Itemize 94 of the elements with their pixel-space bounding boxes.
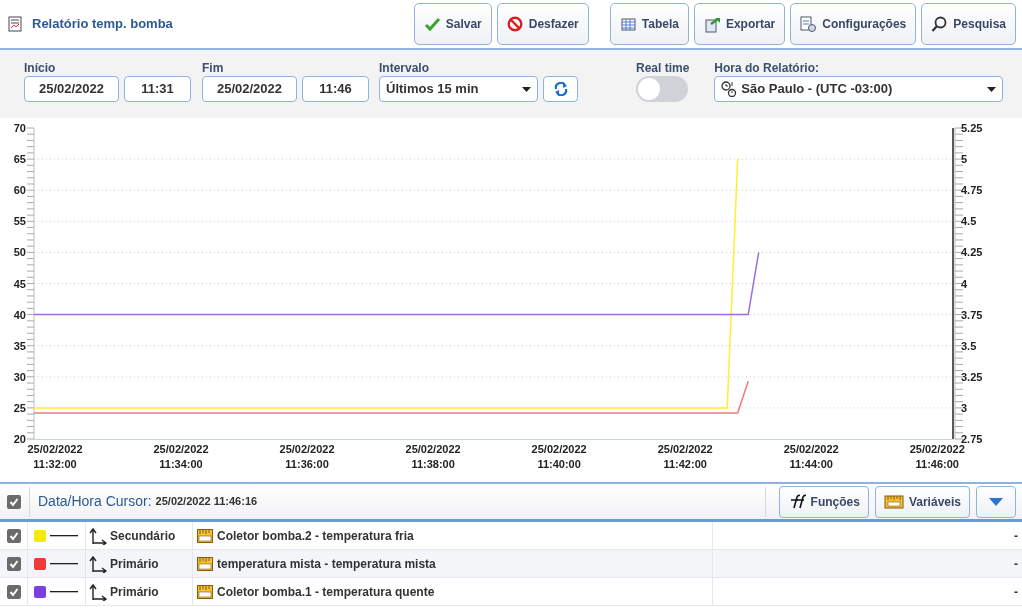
ruler-icon: [197, 584, 213, 599]
table-icon: [619, 15, 637, 33]
time-field[interactable]: 11:46: [302, 76, 369, 102]
axis-label: 25: [13, 401, 26, 414]
checkbox[interactable]: [6, 584, 21, 599]
axis-name: Primário: [110, 583, 159, 601]
window-title: Relatório temp. bomba: [32, 15, 173, 34]
line-sample: [50, 562, 78, 565]
caret-icon: [989, 497, 1003, 506]
real-time-toggle[interactable]: [636, 76, 688, 102]
line-sample: [50, 534, 78, 537]
time-field[interactable]: 11:31: [124, 76, 191, 102]
ruler-icon: [197, 528, 213, 543]
axis-label: 35: [13, 339, 26, 352]
axes-icon: [89, 582, 107, 601]
axis-label: 45: [13, 277, 26, 290]
axis-label: 25/02/2022 11:40:00: [531, 443, 587, 470]
axis-label: 3.5: [961, 339, 977, 352]
ruler-icon: [883, 494, 904, 509]
field-label: Início: [24, 60, 57, 76]
axis-label: 2.75: [961, 433, 983, 445]
field-label: Fim: [202, 60, 225, 76]
timezone-select[interactable]: São Paulo - (UTC -03:00): [714, 76, 1004, 102]
interval-select[interactable]: Últimos 15 min: [379, 76, 538, 102]
axes-icon: [89, 526, 107, 545]
axis-label: 25/02/2022 11:36:00: [279, 443, 335, 470]
variable-name: Coletor bomba.1 - temperatura quente: [217, 583, 435, 601]
caret-icon: [522, 86, 531, 92]
axis-label: 25/02/2022 11:42:00: [657, 443, 713, 470]
save-button[interactable]: Salvar: [413, 3, 492, 45]
axis-label: 25/02/2022 11:38:00: [405, 443, 461, 470]
search-icon: [931, 15, 949, 33]
settings-icon: [800, 15, 818, 33]
search-button[interactable]: Pesquisa: [921, 3, 1016, 45]
table-button[interactable]: Tabela: [609, 3, 689, 45]
clock-icon: [721, 81, 738, 97]
field-label: Hora do Relatório:: [714, 60, 821, 76]
variable-name: Coletor bomba.2 - temperatura fria: [217, 527, 414, 545]
checkbox[interactable]: [7, 494, 21, 509]
cursor-label: Data/Hora Cursor:: [38, 492, 152, 511]
prohibited-icon: [506, 15, 524, 33]
axis-label: 30: [13, 370, 26, 383]
axis-label: 3: [961, 401, 968, 414]
axis-label: 40: [13, 308, 26, 321]
axis-label: 4: [961, 277, 968, 290]
axis-label: 5: [961, 153, 968, 166]
axis-label: 3.75: [961, 308, 983, 321]
check-icon: [8, 558, 19, 569]
axis-label: 20: [13, 433, 26, 445]
axis-label: 25/02/2022 11:46:00: [909, 443, 965, 470]
axis-label: 4.5: [961, 215, 977, 228]
axis-label: 25/02/2022 11:44:00: [783, 443, 839, 470]
export-icon: [703, 15, 721, 33]
refresh-icon: [553, 82, 568, 96]
variable-value: -: [1014, 555, 1018, 573]
check-icon: [8, 586, 19, 597]
axis-label: 5.25: [961, 122, 983, 134]
check-icon: [423, 15, 441, 33]
axes-icon: [89, 554, 107, 573]
axis-label: 60: [13, 184, 26, 197]
checkbox[interactable]: [6, 556, 21, 571]
settings-button[interactable]: Configurações: [790, 3, 917, 45]
check-icon: [8, 530, 19, 541]
variable-name: temperatura mista - temperatura mista: [217, 555, 436, 573]
axis-label: 55: [13, 215, 26, 228]
refresh-button[interactable]: [543, 76, 578, 102]
variable-value: -: [1014, 583, 1018, 601]
axis-label: 50: [13, 246, 26, 259]
checkbox[interactable]: [6, 528, 21, 543]
line-sample: [50, 590, 78, 593]
ruler-icon: [197, 556, 213, 571]
field-label: Intervalo: [379, 60, 430, 76]
axis-label: 65: [13, 153, 26, 166]
axis-label: 4.75: [961, 184, 983, 197]
undo-button[interactable]: Desfazer: [496, 3, 589, 45]
date-field[interactable]: 25/02/2022: [24, 76, 119, 102]
axis-label: 25/02/2022 11:34:00: [153, 443, 209, 470]
axis-label: 4.25: [961, 246, 983, 259]
check-icon: [9, 496, 19, 507]
axis-label: 70: [13, 122, 26, 134]
functions-button[interactable]: Funções: [778, 485, 869, 518]
variable-value: -: [1014, 527, 1018, 545]
axis-label: 3.25: [961, 370, 983, 383]
dropdown-button[interactable]: [976, 485, 1016, 518]
export-button[interactable]: Exportar: [693, 3, 786, 45]
date-field[interactable]: 25/02/2022: [202, 76, 297, 102]
variables-button[interactable]: Variáveis: [874, 485, 970, 518]
axis-name: Secundário: [110, 527, 176, 545]
report-icon: [8, 16, 22, 32]
axis-label: 25/02/2022 11:32:00: [27, 443, 83, 470]
field-label: Real time: [636, 60, 690, 76]
axis-name: Primário: [110, 555, 159, 573]
cursor-value: 25/02/2022 11:46:16: [155, 494, 258, 510]
caret-icon: [987, 86, 997, 92]
